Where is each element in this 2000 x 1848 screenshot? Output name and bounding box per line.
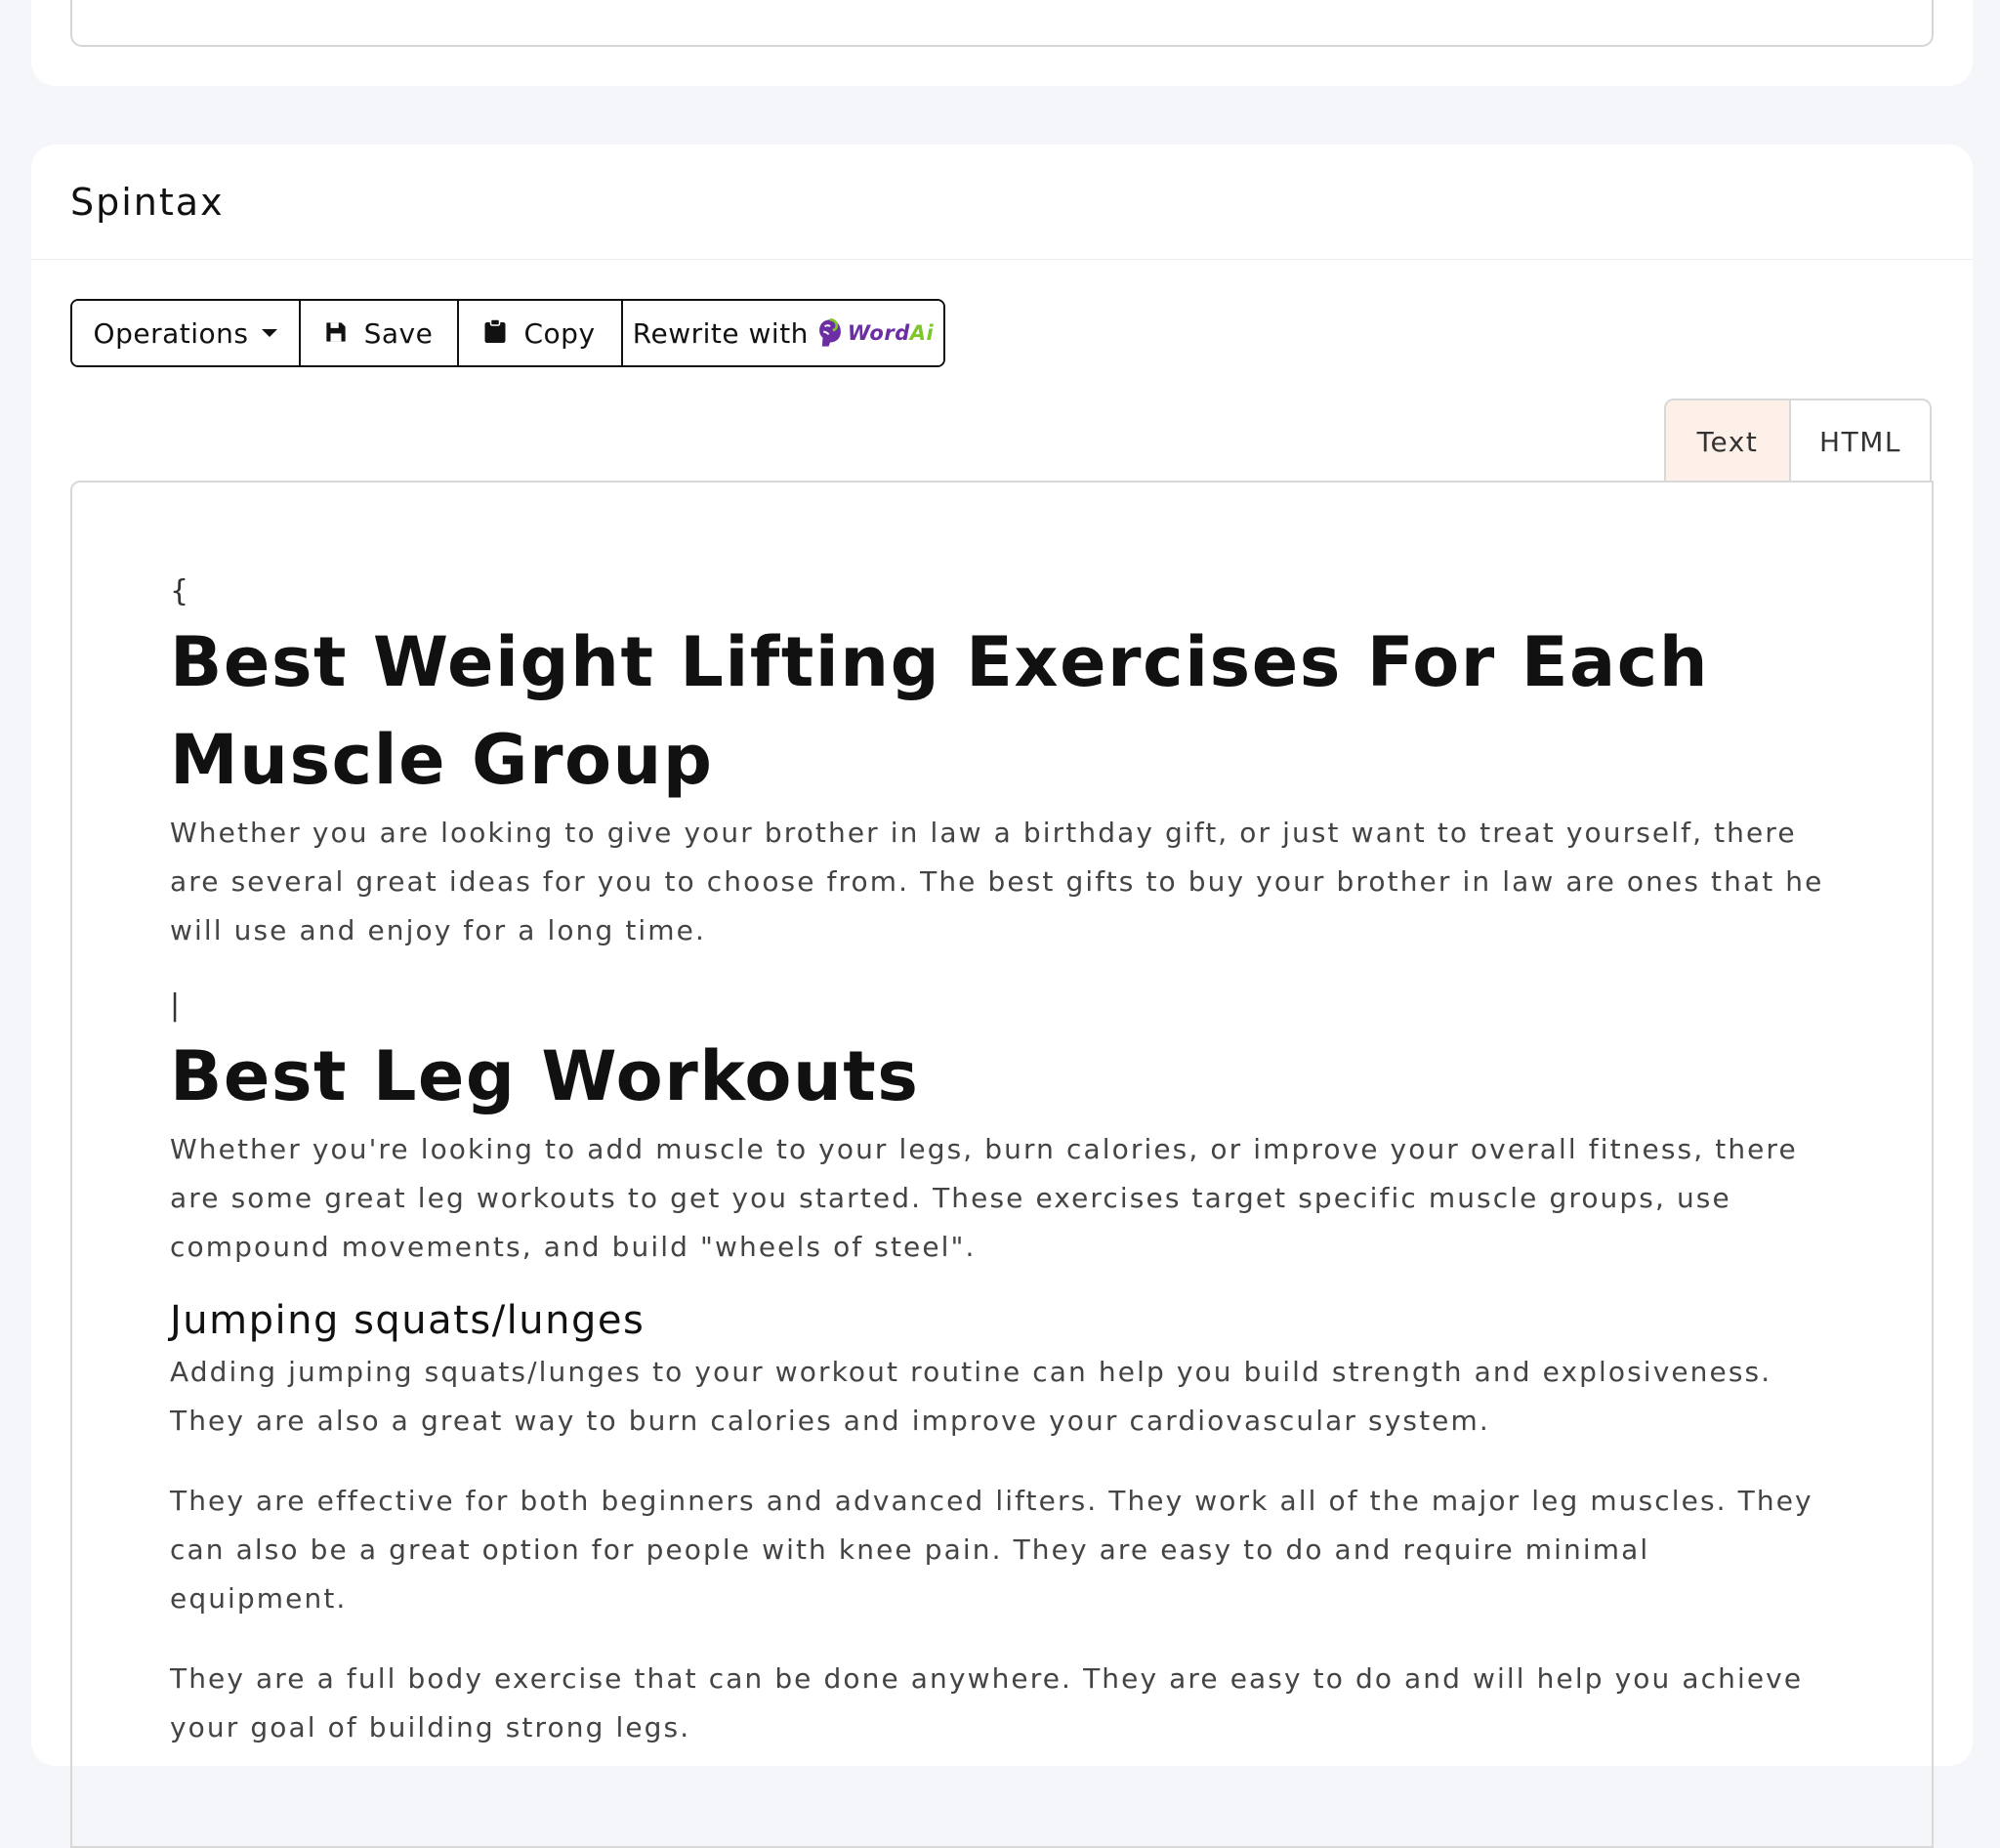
paragraph-jumping-squats-3: They are a full body exercise that can b… [170, 1662, 1804, 1743]
spintax-pipe: | [170, 988, 181, 1023]
spintax-editor[interactable]: { Best Weight Lifting Exercises For Each… [70, 481, 1934, 1848]
wordai-ai: Ai [909, 321, 935, 345]
tab-text[interactable]: Text [1666, 400, 1791, 483]
tab-html[interactable]: HTML [1791, 400, 1930, 483]
card-header: Spintax [31, 145, 1973, 260]
caret-down-icon [262, 329, 278, 337]
subheading-jumping-squats: Jumping squats/lunges [170, 1298, 646, 1343]
floppy-disk-icon [325, 317, 347, 350]
heading-leg-workouts: Best Leg Workouts [170, 1036, 920, 1116]
operations-label: Operations [93, 316, 249, 350]
wordai-word: Word [847, 321, 910, 345]
previous-card-field[interactable] [70, 0, 1934, 47]
spintax-open-brace: { [170, 574, 189, 609]
paragraph-jumping-squats-1: Adding jumping squats/lunges to your wor… [170, 1356, 1772, 1437]
clipboard-icon [484, 317, 506, 350]
spintax-card: Spintax Operations Save Copy Rewrite wit… [31, 145, 1973, 1848]
editor-mode-tabs: Text HTML [1664, 399, 1932, 483]
wordai-logo: Word Ai [816, 318, 934, 348]
paragraph-intro: Whether you are looking to give your bro… [170, 817, 1824, 946]
previous-card [31, 0, 1973, 86]
rewrite-label: Rewrite with [632, 316, 809, 350]
paragraph-leg-workouts: Whether you're looking to add muscle to … [170, 1133, 1798, 1263]
save-label: Save [363, 316, 434, 350]
heading-weight-lifting: Best Weight Lifting Exercises For Each M… [170, 622, 1710, 800]
copy-button[interactable]: Copy [459, 301, 623, 365]
save-button[interactable]: Save [301, 301, 459, 365]
card-title: Spintax [70, 180, 225, 224]
copy-label: Copy [523, 316, 596, 350]
rewrite-with-wordai-button[interactable]: Rewrite with Word Ai [623, 301, 943, 365]
wordai-brain-icon [819, 318, 841, 347]
operations-dropdown-button[interactable]: Operations [72, 301, 301, 365]
toolbar: Operations Save Copy Rewrite with Word A… [70, 299, 945, 367]
paragraph-jumping-squats-2: They are effective for both beginners an… [170, 1485, 1813, 1615]
